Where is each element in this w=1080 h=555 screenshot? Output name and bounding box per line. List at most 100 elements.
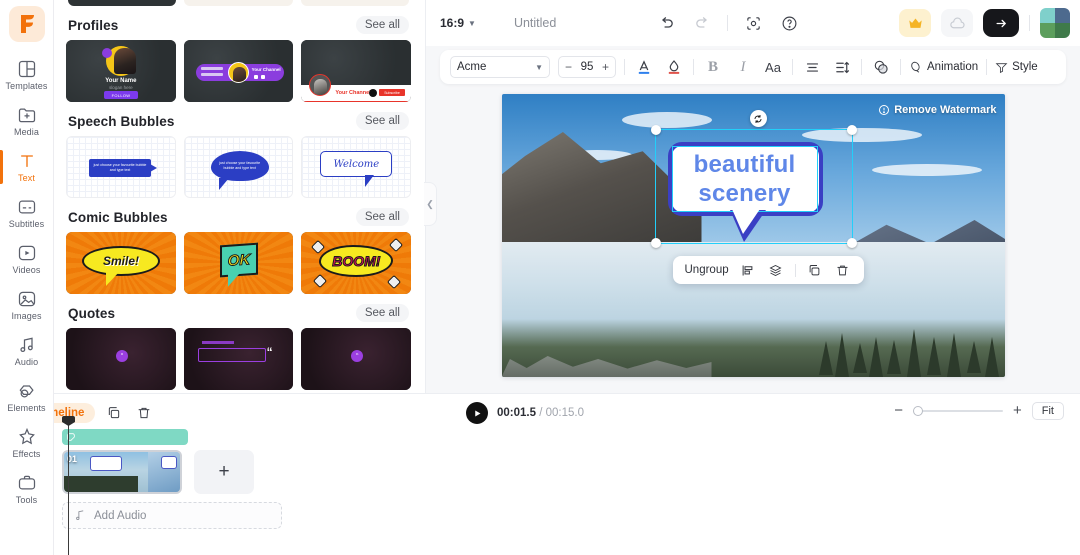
sidebar-item-images[interactable]: Images	[0, 282, 54, 328]
resize-handle-bottom-left[interactable]	[650, 238, 661, 248]
add-clip-button[interactable]: +	[194, 450, 254, 494]
redo-button[interactable]	[691, 12, 713, 34]
video-canvas[interactable]: Remove Watermark beautiful scenery Ungro…	[501, 94, 1005, 377]
record-button[interactable]	[742, 12, 764, 34]
upgrade-button[interactable]	[899, 9, 931, 37]
bubble-text: Smile!	[102, 254, 139, 268]
layers-icon	[769, 264, 782, 276]
font-size-value: 95	[580, 61, 594, 73]
export-button[interactable]	[983, 9, 1019, 37]
undo-button[interactable]	[655, 12, 677, 34]
duplicate-button[interactable]	[806, 261, 824, 279]
font-size-increase[interactable]: +	[602, 60, 609, 74]
text-element[interactable]: beautiful scenery	[671, 146, 818, 212]
aspect-ratio-selector[interactable]: 16:9 ▼	[440, 16, 476, 30]
images-icon	[17, 289, 37, 309]
text-case-button[interactable]: Aa	[762, 56, 784, 78]
sidebar-label: Effects	[12, 449, 41, 459]
video-clip[interactable]: 01	[62, 450, 182, 494]
template-card-speech-2[interactable]: just choose your favourite bubble and ty…	[183, 136, 294, 198]
font-family-value: Acme	[457, 61, 487, 73]
template-card-quote-1[interactable]: “	[66, 328, 176, 390]
resize-handle-top-left[interactable]	[650, 125, 661, 135]
zoom-in-button[interactable]: +	[1013, 403, 1022, 418]
timeline-duplicate-button[interactable]	[103, 402, 125, 424]
sidebar-item-audio[interactable]: Audio	[0, 328, 54, 374]
template-card-speech-3[interactable]: Welcome	[301, 136, 412, 198]
cloud-save-button[interactable]	[941, 9, 973, 37]
template-card-profile-3[interactable]: Your Channel Subscribe	[301, 40, 412, 102]
template-card-profile-1[interactable]: Your Name slogan here FOLLOW	[66, 40, 176, 102]
badge-icon	[102, 48, 112, 58]
sidebar-label: Audio	[14, 357, 39, 367]
see-all-profiles[interactable]: See all	[355, 16, 409, 34]
see-all-speech-bubbles[interactable]: See all	[355, 112, 409, 130]
animation-button[interactable]: Animation	[909, 60, 978, 74]
sidebar-item-tools[interactable]: Tools	[0, 466, 54, 512]
delete-button[interactable]	[834, 261, 852, 279]
timeline-delete-button[interactable]	[133, 402, 155, 424]
social-line	[200, 73, 223, 76]
line-spacing-button[interactable]	[831, 56, 853, 78]
align-button[interactable]	[739, 261, 757, 279]
timeline-left: Timeline 01 + Add Audio	[0, 394, 426, 555]
fit-button[interactable]: Fit	[1031, 402, 1064, 420]
layers-button[interactable]	[767, 261, 785, 279]
font-family-select[interactable]: Acme ▼	[450, 56, 550, 78]
sidebar-label: Templates	[5, 81, 48, 91]
font-size-decrease[interactable]: −	[565, 60, 572, 74]
divider	[792, 59, 793, 75]
remove-watermark-button[interactable]: Remove Watermark	[878, 104, 997, 116]
panel-collapse-button[interactable]: ❮	[424, 182, 437, 226]
text-align-button[interactable]	[801, 56, 823, 78]
template-card-comic-1[interactable]: Smile!	[66, 232, 176, 294]
timeline-bar: Timeline 01 + Add Audio 00:01.5 / 00:15.…	[0, 393, 1080, 555]
template-card-speech-1[interactable]: just choose your favourite bubble and ty…	[66, 136, 176, 198]
sidebar-item-templates[interactable]: Templates	[0, 52, 54, 98]
zoom-controls: − + Fit	[894, 402, 1064, 420]
italic-button[interactable]: I	[732, 56, 754, 78]
template-card-comic-3[interactable]: BOOM!	[301, 232, 412, 294]
flexclip-logo-icon	[20, 15, 34, 33]
resize-handle-bottom-right[interactable]	[846, 238, 857, 248]
zoom-slider[interactable]	[913, 406, 1003, 416]
see-all-quotes[interactable]: See all	[355, 304, 409, 322]
ungroup-button[interactable]: Ungroup	[685, 264, 729, 276]
sidebar-item-text[interactable]: Text	[0, 144, 54, 190]
section-header-quotes: Quotes See all	[66, 294, 411, 328]
sticker-track-clip[interactable]	[62, 429, 188, 445]
font-size-stepper[interactable]: − 95 +	[558, 56, 616, 78]
template-card-comic-2[interactable]: OK	[183, 232, 294, 294]
bold-button[interactable]: B	[702, 56, 724, 78]
help-button[interactable]	[778, 12, 800, 34]
play-button[interactable]	[466, 402, 488, 424]
zoom-out-button[interactable]: −	[894, 403, 903, 418]
text-highlight-button[interactable]	[663, 56, 685, 78]
see-all-comic-bubbles[interactable]: See all	[355, 208, 409, 226]
template-card-quote-2[interactable]: “	[183, 328, 294, 390]
time-separator: /	[539, 407, 543, 419]
resize-handle-top-right[interactable]	[846, 125, 857, 135]
bubble-text: OK	[227, 250, 251, 270]
sidebar-item-media[interactable]: Media	[0, 98, 54, 144]
sidebar-item-subtitles[interactable]: Subtitles	[0, 190, 54, 236]
cloud	[871, 164, 982, 176]
sidebar-item-elements[interactable]: Elements	[0, 374, 54, 420]
duplicate-icon	[109, 407, 120, 419]
document-title[interactable]: Untitled	[514, 16, 556, 30]
rotate-handle[interactable]	[749, 110, 767, 127]
flexclip-logo[interactable]	[8, 6, 45, 42]
sidebar-item-effects[interactable]: Effects	[0, 420, 54, 466]
sidebar-item-videos[interactable]: Videos	[0, 236, 54, 282]
template-card-quote-3[interactable]: “	[301, 328, 412, 390]
template-card-profile-2[interactable]: Your Channel	[183, 40, 294, 102]
zoom-slider-knob[interactable]	[913, 406, 923, 416]
font-color-button[interactable]	[633, 56, 655, 78]
quotes-grid: “ “ “	[66, 328, 412, 390]
avatar[interactable]	[1040, 8, 1070, 38]
playhead[interactable]	[68, 424, 69, 555]
chevron-down-icon: ▼	[468, 18, 476, 28]
opacity-button[interactable]	[870, 56, 892, 78]
add-audio-button[interactable]: Add Audio	[62, 502, 282, 529]
style-button[interactable]: Style	[995, 61, 1038, 74]
